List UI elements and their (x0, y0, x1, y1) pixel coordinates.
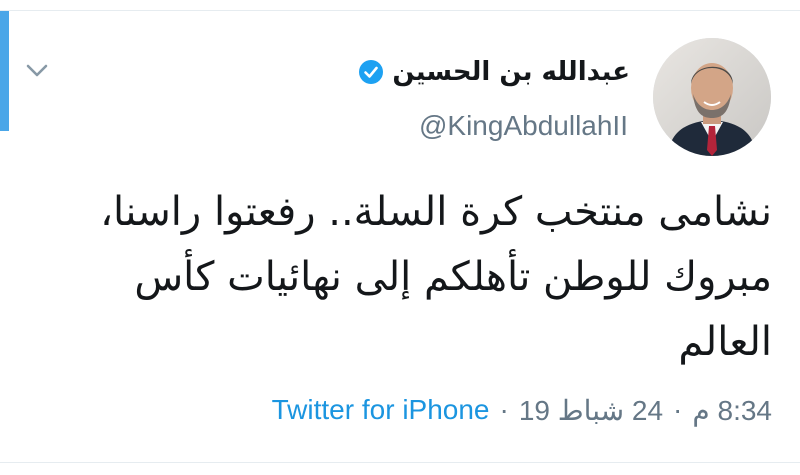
date-month: شباط (557, 394, 625, 426)
date-year: 19 (518, 394, 550, 426)
tweet-text: نشامى منتخب كرة السلة.. رفعتوا راسنا، مب… (32, 180, 772, 375)
verified-badge-icon (358, 59, 384, 85)
tweet-time[interactable]: 8:34 م (692, 394, 772, 427)
source-link[interactable]: Twitter for iPhone (272, 394, 490, 426)
date-day: 24 (631, 394, 664, 426)
time-period: م (692, 394, 710, 426)
tweet-meta: Twitter for iPhone · 24 شباط 19 · 8:34 م (272, 388, 772, 432)
author-display-name[interactable]: عبدالله بن الحسين (392, 57, 630, 87)
time-value: 8:34 (717, 394, 773, 426)
meta-separator: · (673, 394, 683, 425)
chevron-down-icon[interactable] (22, 56, 52, 86)
author-handle[interactable]: @KingAbdullahII (419, 110, 628, 142)
tweet-date[interactable]: 24 شباط 19 (519, 394, 663, 427)
tweet-text-line: العالم (678, 319, 772, 365)
bottom-divider (0, 462, 800, 463)
author-name-row[interactable]: عبدالله بن الحسين (358, 52, 630, 92)
avatar[interactable] (653, 38, 771, 156)
meta-separator: · (499, 394, 509, 425)
tweet-card: عبدالله بن الحسين @KingAbdullahII نشامى … (0, 0, 800, 475)
tweet-text-line: مبروك للوطن تأهلكم إلى نهائيات كأس (134, 254, 772, 300)
tweet-text-line: نشامى منتخب كرة السلة.. رفعتوا راسنا، (100, 189, 772, 235)
top-divider (0, 10, 800, 11)
scroll-accent-bar (0, 11, 9, 131)
